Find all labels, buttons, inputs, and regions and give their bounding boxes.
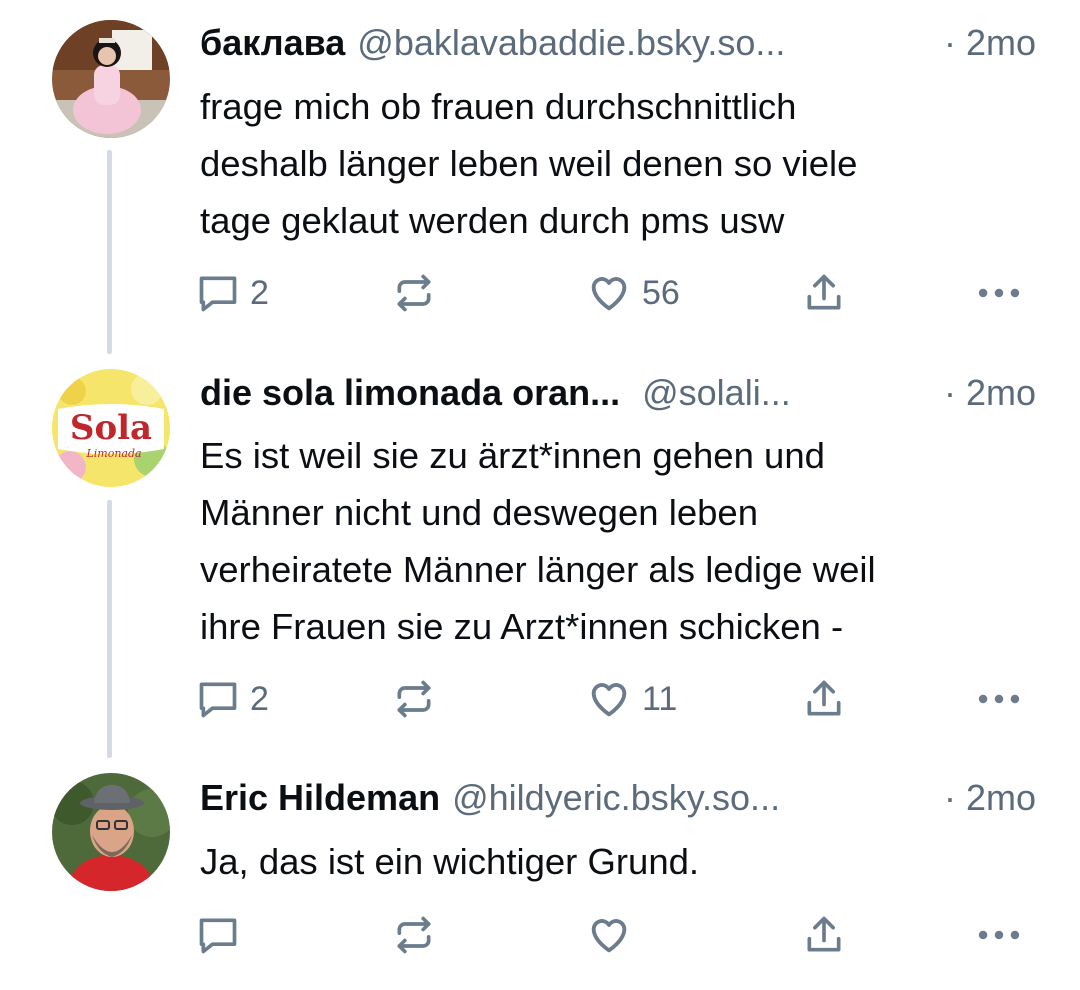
like-button[interactable]: 11 [586,674,677,724]
repost-button[interactable] [392,674,446,724]
post-text: Es ist weil sie zu ärzt*innen gehen und … [200,435,876,647]
like-button[interactable] [586,910,642,960]
action-bar [0,910,1080,960]
timestamp[interactable]: · 2mo [944,777,1036,819]
repost-button[interactable] [392,910,446,960]
display-name[interactable]: Eric Hildeman [200,777,440,819]
share-upload-icon [807,274,841,310]
reply-bubble-icon [199,918,237,954]
heart-icon [591,919,627,953]
timestamp[interactable]: · 2mo [944,372,1036,414]
action-bar: 2 11 [0,674,1080,724]
post-3[interactable]: Eric Hildeman @hildyeric.bsky.so... · 2m… [0,760,1080,990]
share-upload-icon [807,680,841,716]
timestamp[interactable]: · 2mo [944,22,1036,64]
reply-count: 2 [250,679,269,718]
share-button[interactable] [802,910,846,960]
post-text: frage mich ob frauen durchschnittlich de… [200,86,858,241]
repost-arrows-icon [397,274,431,312]
more-dots-icon [978,288,1020,298]
more-dots-icon [978,930,1020,940]
post-2[interactable]: Sola Limonada die sola limonada oran... … [0,360,1080,760]
display-name[interactable]: die sola limonada oran... [200,372,620,414]
post-header: Eric Hildeman @hildyeric.bsky.so... · 2m… [200,773,1036,823]
repost-arrows-icon [397,680,431,718]
reply-bubble-icon [199,682,237,718]
repost-button[interactable] [392,268,446,318]
reply-count: 2 [250,273,269,312]
post-text: Ja, das ist ein wichtiger Grund. [200,841,700,882]
share-upload-icon [807,916,841,952]
avatar-baklava[interactable] [52,20,170,138]
action-bar: 2 56 [0,268,1080,318]
avatar-eric[interactable] [52,773,170,891]
post-header: баклава @baklavabaddie.bsky.so... · 2mo [200,18,1036,68]
more-options-button[interactable] [976,268,1022,318]
avatar-logo-text: Sola [70,408,152,448]
heart-icon [591,277,627,311]
handle[interactable]: @hildyeric.bsky.so... [452,777,780,819]
more-options-button[interactable] [976,674,1022,724]
avatar-image [52,773,170,891]
repost-arrows-icon [397,916,431,954]
handle[interactable]: @solali... [642,372,791,414]
heart-icon [591,683,627,717]
reply-button[interactable]: 2 [196,674,269,724]
share-button[interactable] [802,674,846,724]
reply-bubble-icon [199,276,237,312]
post-header: die sola limonada oran... @solali... · 2… [200,368,1036,418]
thread-line [107,150,112,354]
reply-button[interactable]: 2 [196,268,269,318]
handle[interactable]: @baklavabaddie.bsky.so... [357,22,785,64]
like-button[interactable]: 56 [586,268,680,318]
avatar-image [52,20,170,138]
avatar-logo-subtext: Limonada [85,447,141,460]
reply-button[interactable] [196,910,250,960]
avatar-sola[interactable]: Sola Limonada [52,369,170,487]
display-name[interactable]: баклава [200,22,345,64]
more-options-button[interactable] [976,910,1022,960]
like-count: 11 [642,679,678,718]
share-button[interactable] [802,268,846,318]
avatar-image: Sola Limonada [52,369,170,487]
like-count: 56 [642,273,680,312]
more-dots-icon [978,694,1020,704]
post-1[interactable]: баклава @baklavabaddie.bsky.so... · 2mo … [0,0,1080,360]
